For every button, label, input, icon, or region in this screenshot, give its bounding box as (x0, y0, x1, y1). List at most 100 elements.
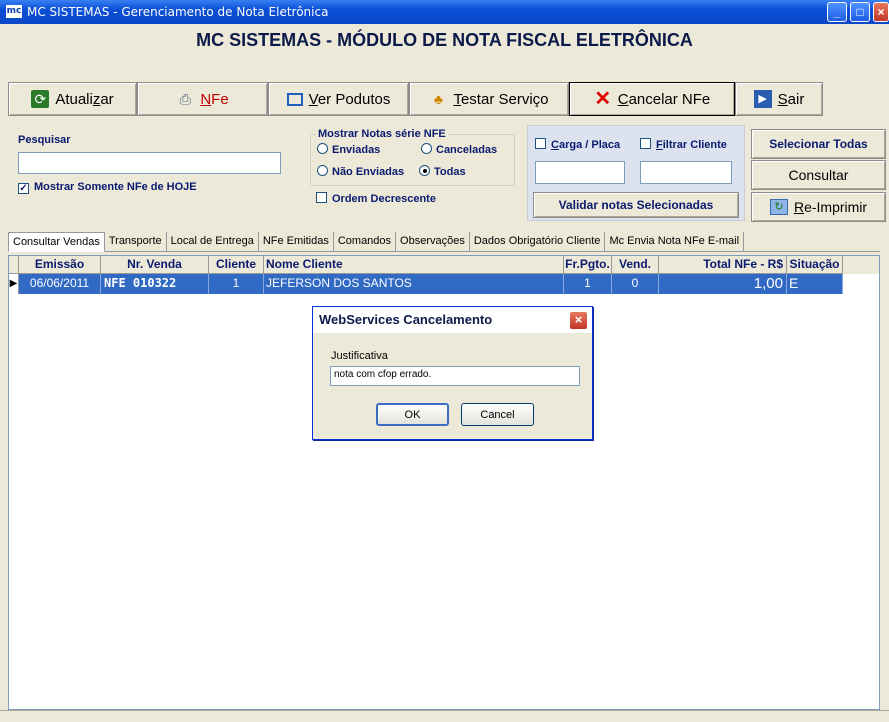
table-row[interactable]: ▶ 06/06/2011 NFE 010322 1 JEFERSON DOS S… (9, 274, 879, 294)
col-fr-pgto[interactable]: Fr.Pgto. (564, 256, 612, 274)
cancelamento-dialog: WebServices Cancelamento × Justificativa… (312, 306, 593, 440)
toolbar: ⟳ Atualizar ⎙ NFe Ver Podutos ♣ Testar S… (8, 82, 876, 116)
radio-enviadas[interactable]: Enviadas (317, 143, 380, 156)
col-emissao[interactable]: Emissão (19, 256, 101, 274)
nfe-label-a: N (200, 90, 212, 108)
cell-cliente: 1 (209, 274, 264, 294)
col-cliente[interactable]: Cliente (209, 256, 264, 274)
cell-nr-venda: NFE 010322 (101, 274, 209, 294)
radio-canceladas-dot[interactable] (421, 143, 432, 154)
grid-header: Emissão Nr. Venda Cliente Nome Cliente F… (9, 256, 879, 274)
cell-nome-cliente: JEFERSON DOS SANTOS (264, 274, 564, 294)
filtrar-cliente-checkbox[interactable] (640, 138, 651, 149)
dialog-close-icon[interactable]: × (569, 311, 588, 330)
testar-servico-button[interactable]: ♣ Testar Serviço (409, 82, 569, 116)
justificativa-input[interactable]: nota com cfop errado. (330, 366, 580, 386)
ver-produtos-label-a: V (308, 90, 318, 108)
col-nr-venda[interactable]: Nr. Venda (101, 256, 209, 274)
atualizar-label-c: ar (100, 90, 114, 108)
app-icon: mc (6, 5, 22, 18)
radio-nao-enviadas[interactable]: Não Enviadas (317, 165, 404, 178)
ok-button[interactable]: OK (376, 403, 449, 426)
carga-filter-panel: Carga / Placa Filtrar Cliente Validar no… (527, 125, 745, 221)
sair-button[interactable]: ▶ Sair (735, 82, 823, 116)
only-today-label: Mostrar Somente NFe de HOJE (34, 181, 197, 193)
col-nome-cliente[interactable]: Nome Cliente (264, 256, 564, 274)
ordem-decrescente-checkbox[interactable] (316, 192, 327, 203)
row-indicator-header (9, 256, 19, 274)
exit-door-icon: ▶ (753, 90, 772, 108)
col-total-nfe[interactable]: Total NFe - R$ (659, 256, 787, 274)
consultar-button[interactable]: Consultar (751, 160, 886, 190)
nfe-print-button[interactable]: ⎙ NFe (137, 82, 268, 116)
only-today-checkbox[interactable]: ✓ (18, 183, 29, 194)
filtrar-label-a: F (656, 139, 663, 151)
printer-icon: ⎙ (179, 91, 191, 107)
cell-emissao: 06/06/2011 (19, 274, 101, 294)
cancelar-label-a: C (617, 90, 629, 108)
radio-nao-enviadas-dot[interactable] (317, 165, 328, 176)
tab-observacoes[interactable]: Observações (396, 232, 470, 252)
refresh-icon: ⟳ (31, 90, 50, 108)
cancelar-label-b: ancelar NFe (628, 90, 711, 108)
ver-produtos-label-b: er Podutos (317, 90, 391, 108)
testar-label-a: T (453, 90, 461, 108)
only-today-option[interactable]: ✓ Mostrar Somente NFe de HOJE (18, 181, 197, 194)
col-situacao[interactable]: Situação (787, 256, 843, 274)
ordem-decrescente-label: Ordem Decrescente (332, 193, 436, 205)
carga-placa-checkbox[interactable] (535, 138, 546, 149)
atualizar-button[interactable]: ⟳ Atualizar (8, 82, 137, 116)
cell-situacao: E (787, 274, 843, 294)
tab-comandos[interactable]: Comandos (334, 232, 397, 252)
cancel-button[interactable]: Cancel (461, 403, 534, 426)
canceladas-label: Canceladas (436, 144, 498, 156)
window-title: MC SISTEMAS - Gerenciamento de Nota Elet… (27, 5, 329, 19)
justificativa-label: Justificativa (331, 350, 388, 362)
radio-enviadas-dot[interactable] (317, 143, 328, 154)
cancelar-nfe-button[interactable]: ✕ Cancelar NFe (569, 82, 735, 116)
app-title: MC SISTEMAS - MÓDULO DE NOTA FISCAL ELET… (196, 30, 693, 50)
col-vend[interactable]: Vend. (612, 256, 659, 274)
carga-label-b: arga / Placa (558, 139, 621, 151)
carga-placa-option[interactable]: Carga / Placa (535, 138, 620, 151)
filter-group: Mostrar Notas série NFE Enviadas Cancela… (310, 128, 515, 186)
tab-mc-envia[interactable]: Mc Envia Nota NFe E-mail (605, 232, 745, 252)
tab-local-entrega[interactable]: Local de Entrega (167, 232, 259, 252)
service-icon: ♣ (433, 91, 444, 107)
filtrar-cliente-option[interactable]: Filtrar Cliente (640, 138, 727, 151)
maximize-button[interactable]: □ (850, 2, 870, 22)
sair-label-b: air (787, 90, 805, 108)
validar-button[interactable]: Validar notas Selecionadas (533, 192, 739, 218)
reimprimir-label-a: R (793, 199, 805, 215)
minimize-button[interactable]: _ (827, 2, 847, 22)
selecionar-todas-button[interactable]: Selecionar Todas (751, 129, 886, 159)
radio-canceladas[interactable]: Canceladas (421, 143, 497, 156)
cliente-input[interactable] (640, 161, 732, 184)
filtrar-label-b: iltrar Cliente (662, 139, 727, 151)
close-button[interactable]: × (873, 2, 889, 22)
radio-todas-dot[interactable] (419, 165, 430, 176)
pesquisar-label: Pesquisar (18, 134, 71, 146)
ver-produtos-button[interactable]: Ver Podutos (268, 82, 409, 116)
ordem-decrescente-option[interactable]: Ordem Decrescente (316, 192, 436, 205)
reimprimir-button[interactable]: ↻ Re-Imprimir (751, 192, 886, 222)
nfe-label-b: Fe (211, 90, 229, 108)
todas-label: Todas (434, 166, 466, 178)
search-input[interactable] (18, 152, 281, 174)
status-bar (0, 710, 889, 722)
tab-transporte[interactable]: Transporte (105, 232, 167, 252)
tab-nfe-emitidas[interactable]: NFe Emitidas (259, 232, 334, 252)
tab-consultar-vendas[interactable]: Consultar Vendas (8, 232, 105, 252)
atualizar-label-a: Atuali (55, 90, 93, 108)
filter-legend: Mostrar Notas série NFE (316, 128, 448, 140)
row-pointer-icon: ▶ (9, 274, 19, 294)
dialog-title[interactable]: WebServices Cancelamento (313, 307, 592, 333)
tab-dados-obrigatorio[interactable]: Dados Obrigatório Cliente (470, 232, 606, 252)
carga-input[interactable] (535, 161, 625, 184)
cancel-x-icon: ✕ (594, 88, 612, 110)
window-titlebar[interactable]: mc MC SISTEMAS - Gerenciamento de Nota E… (0, 0, 889, 24)
cell-fr-pgto: 1 (564, 274, 612, 294)
reprint-icon: ↻ (769, 199, 788, 215)
testar-label-b: estar Serviço (460, 90, 549, 108)
radio-todas[interactable]: Todas (419, 165, 466, 178)
